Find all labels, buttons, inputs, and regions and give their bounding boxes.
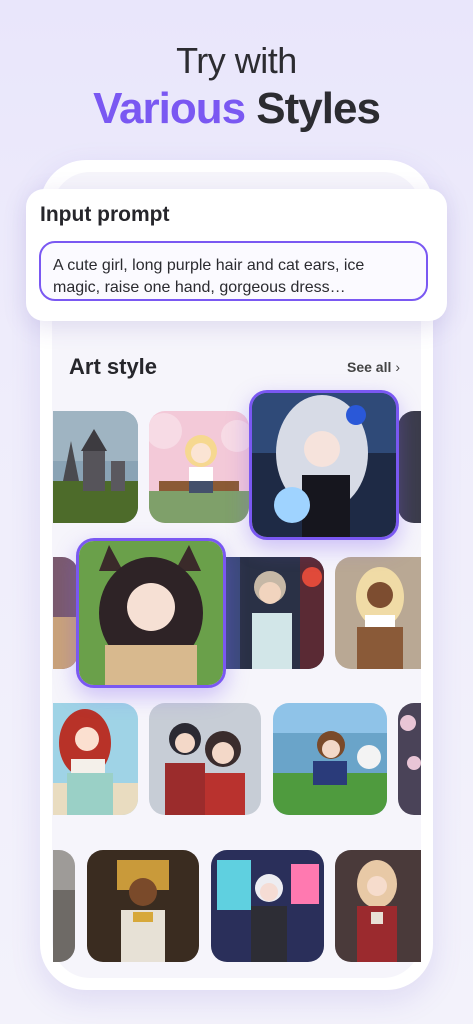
art-style-title: Art style [69, 354, 158, 379]
style-tile-cat-ears-selected[interactable] [76, 538, 226, 688]
style-tile-arcade[interactable] [211, 850, 324, 962]
style-tile-stone[interactable] [53, 850, 75, 962]
style-tile-mermaid[interactable] [53, 703, 138, 815]
style-tile-couple[interactable] [149, 703, 261, 815]
style-tile-schoolgirl-bench[interactable] [149, 411, 249, 523]
style-tile-volleyball[interactable] [273, 703, 387, 815]
headline-rest-word: Styles [256, 84, 381, 133]
headline-accent-word: Various [93, 84, 246, 133]
prompt-title: Input prompt [40, 203, 170, 226]
see-all-link[interactable]: See all › [347, 359, 400, 375]
style-tile-egyptian[interactable] [87, 850, 199, 962]
style-tile-city-night[interactable] [210, 557, 324, 669]
prompt-card: Input prompt A cute girl, long purple ha… [26, 189, 447, 321]
style-tile-blonde-girl[interactable] [335, 557, 421, 669]
headline-line-1: Try with [176, 40, 297, 81]
style-tile-sunset[interactable] [53, 557, 78, 669]
see-all-label: See all [347, 359, 392, 375]
chevron-right-icon: › [395, 359, 401, 375]
style-tile-ice-magic-selected[interactable] [249, 390, 399, 540]
prompt-input[interactable]: A cute girl, long purple hair and cat ea… [39, 241, 428, 301]
headline-line-2: Various Styles [0, 84, 473, 134]
style-tile-ice-magic-girl[interactable] [398, 411, 421, 523]
style-tile-castle[interactable] [53, 411, 138, 523]
style-tile-blossom[interactable] [398, 703, 421, 815]
style-tile-armored-warrior[interactable] [335, 850, 421, 962]
